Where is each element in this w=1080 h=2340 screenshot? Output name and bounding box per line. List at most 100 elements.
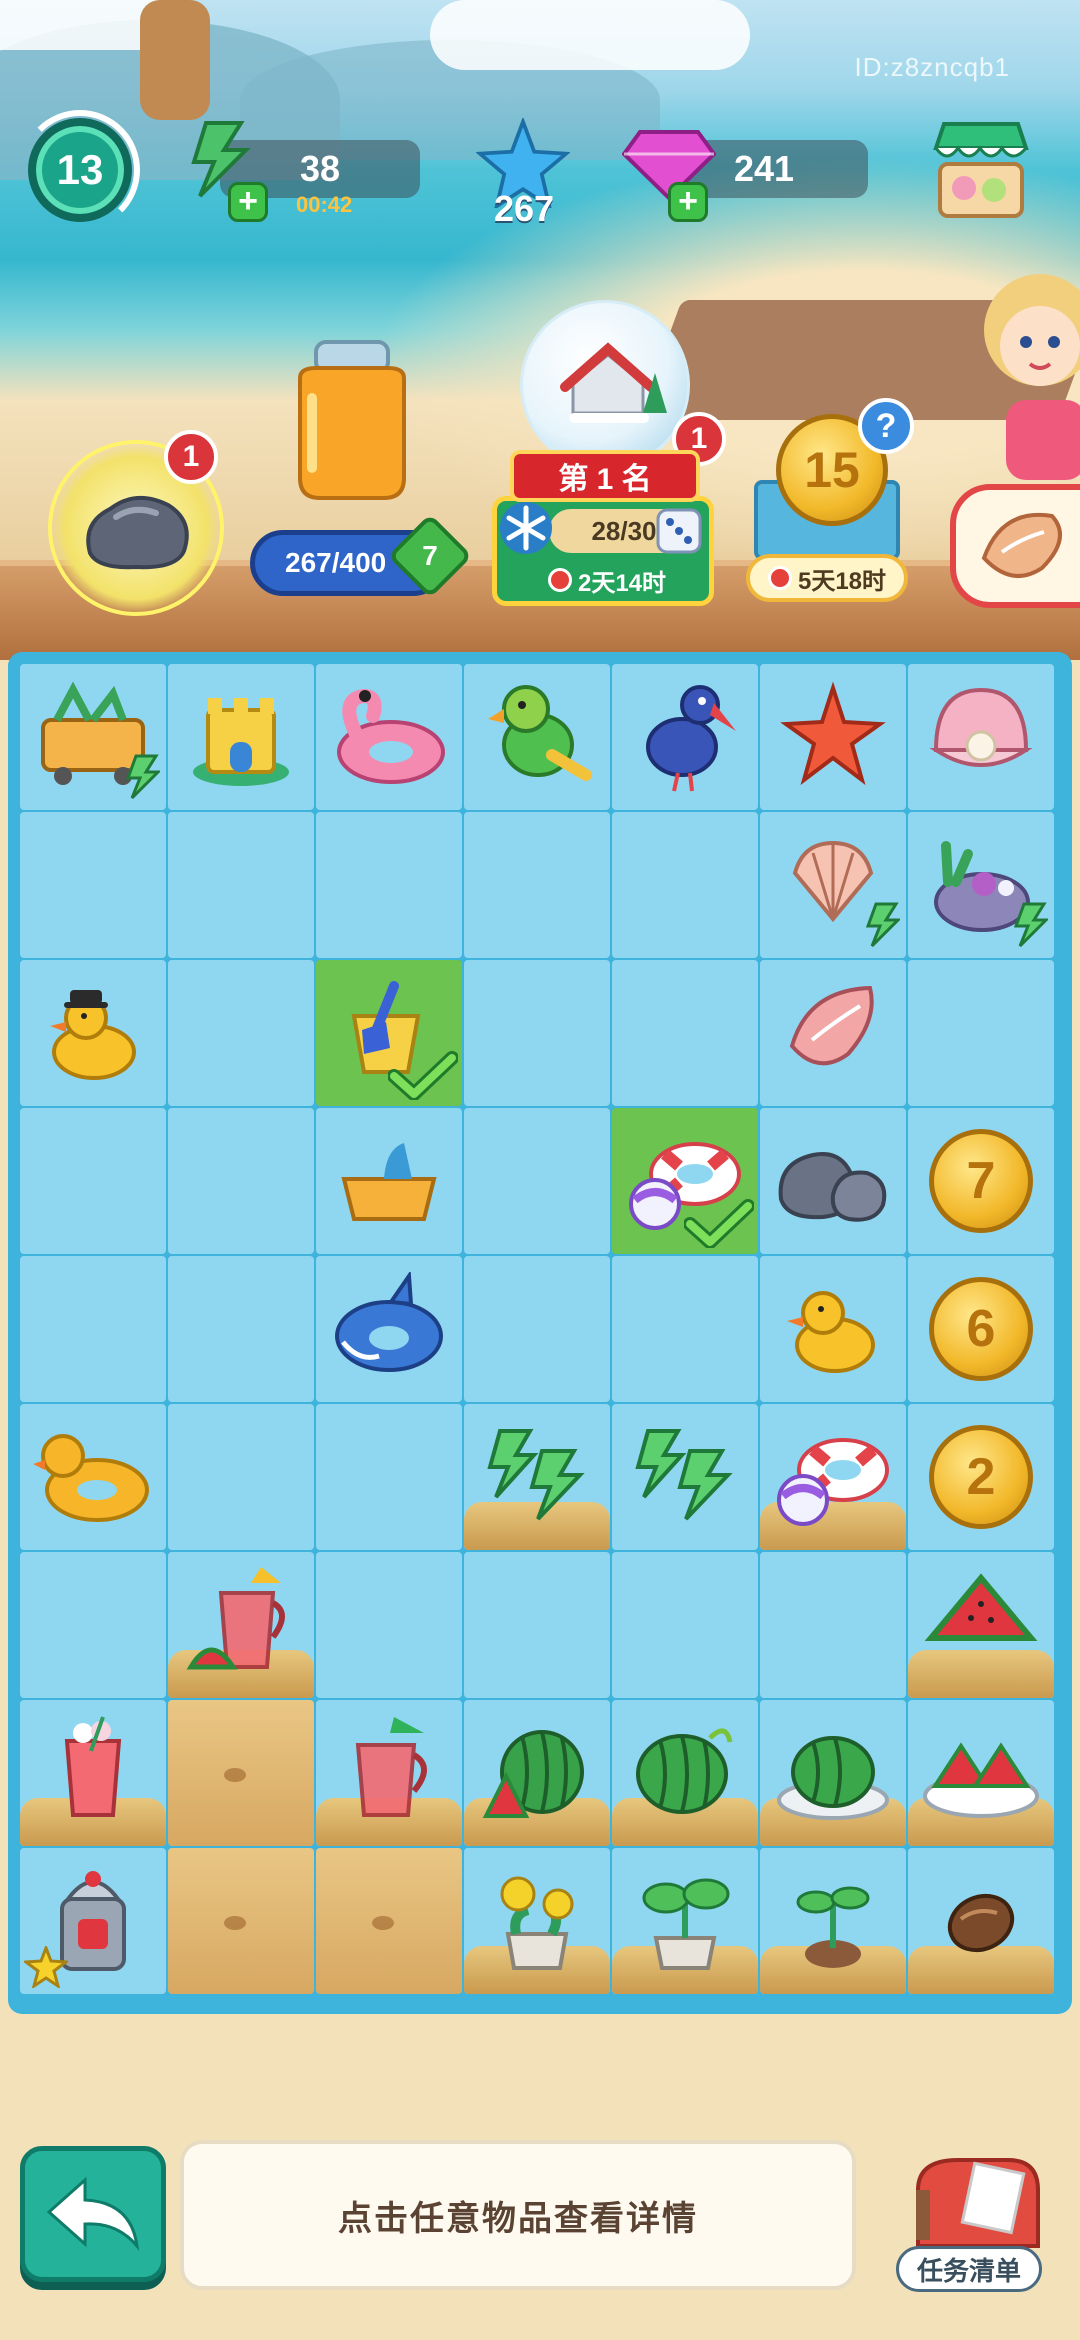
board-cell[interactable] <box>464 960 610 1106</box>
board-cell[interactable] <box>464 664 610 810</box>
board-cell[interactable] <box>908 1552 1054 1698</box>
energy-bolts-icon <box>630 1425 740 1530</box>
board-cell[interactable] <box>168 1700 314 1846</box>
board-cell[interactable] <box>464 1108 610 1254</box>
sand-castle-icon <box>186 680 296 795</box>
energy-bolt-icon <box>126 754 160 800</box>
board-cell[interactable] <box>316 1404 462 1550</box>
board-cell[interactable] <box>464 1848 610 1994</box>
board-cell[interactable] <box>168 812 314 958</box>
board-cell[interactable] <box>908 1700 1054 1846</box>
board-cell[interactable] <box>464 1700 610 1846</box>
board-cell[interactable] <box>20 960 166 1106</box>
board-cell[interactable] <box>908 812 1054 958</box>
back-button[interactable] <box>20 2146 166 2282</box>
shop-icon[interactable] <box>932 118 1030 222</box>
energy-bolts-icon <box>482 1425 592 1530</box>
jar-progress-text: 267/400 <box>285 547 387 578</box>
board-cell[interactable] <box>168 960 314 1106</box>
board-cell[interactable] <box>20 1700 166 1846</box>
duck-float-icon <box>33 1420 153 1535</box>
board-cell[interactable] <box>20 1256 166 1402</box>
shark-float-icon <box>329 1269 449 1387</box>
add-energy-button[interactable]: + <box>228 182 268 222</box>
board-cell[interactable] <box>612 664 758 810</box>
watermelon-juice-pitcher-icon <box>181 1563 301 1688</box>
board-cell[interactable] <box>316 1700 462 1846</box>
character-avatar[interactable] <box>960 250 1080 480</box>
board-cell[interactable] <box>168 1404 314 1550</box>
coin-timer-pill: 5天18时 <box>746 554 908 602</box>
board-cell[interactable] <box>612 960 758 1106</box>
board-cell[interactable] <box>612 1700 758 1846</box>
item-hint-box: 点击任意物品查看详情 <box>180 2140 856 2290</box>
honey-jar-icon[interactable] <box>286 338 418 508</box>
board-cell[interactable] <box>20 1404 166 1550</box>
coin-timer-text: 5天18时 <box>797 567 887 595</box>
energy-refill-timer: 00:42 <box>296 192 353 217</box>
board-cell[interactable] <box>612 1848 758 1994</box>
board-cell[interactable] <box>20 812 166 958</box>
board-cell[interactable] <box>760 664 906 810</box>
board-cell[interactable]: 7 <box>908 1108 1054 1254</box>
add-gems-button[interactable]: + <box>668 182 708 222</box>
board-cell[interactable] <box>168 1256 314 1402</box>
board-cell[interactable] <box>168 1848 314 1994</box>
rubber-duck-icon <box>783 1277 883 1382</box>
board-cell[interactable] <box>168 1552 314 1698</box>
board-cell[interactable] <box>20 1848 166 1994</box>
board-cell[interactable] <box>20 664 166 810</box>
board-cell[interactable] <box>316 1108 462 1254</box>
board-cell[interactable] <box>20 1108 166 1254</box>
star-badge-icon <box>24 1946 68 1988</box>
rock-icon <box>86 495 189 570</box>
board-cell[interactable] <box>760 1700 906 1846</box>
board-cell[interactable] <box>612 1256 758 1402</box>
board-cell[interactable] <box>316 812 462 958</box>
board-cell[interactable] <box>464 812 610 958</box>
task-list-button[interactable]: 任务清单 <box>896 2246 1042 2292</box>
board-cell[interactable] <box>760 812 906 958</box>
board-cell[interactable] <box>908 960 1054 1106</box>
board-cell[interactable]: 2 <box>908 1404 1054 1550</box>
board-cell[interactable]: 6 <box>908 1256 1054 1402</box>
board-cell[interactable] <box>316 1848 462 1994</box>
board-cell[interactable] <box>464 1404 610 1550</box>
player-level-badge[interactable]: 13 <box>28 118 132 222</box>
board-cell[interactable] <box>316 1552 462 1698</box>
checkmark-icon <box>388 1051 458 1100</box>
board-cell[interactable] <box>760 960 906 1106</box>
board-cell[interactable] <box>464 1256 610 1402</box>
board-cell[interactable] <box>612 812 758 958</box>
board-cell[interactable] <box>760 1256 906 1402</box>
dice-icon <box>656 508 702 554</box>
board-cell[interactable] <box>908 1848 1054 1994</box>
merge-board: 7 6 2 <box>8 652 1072 2014</box>
board-cell[interactable] <box>612 1552 758 1698</box>
board-cell[interactable] <box>316 1256 462 1402</box>
board-cell[interactable] <box>612 1404 758 1550</box>
rock-notification-badge: 1 <box>164 430 218 484</box>
flower-pot-icon <box>482 1864 592 1979</box>
snow-globe-event-icon[interactable] <box>520 300 690 470</box>
board-cell[interactable] <box>760 1552 906 1698</box>
board-cell[interactable] <box>760 1848 906 1994</box>
energy-value: 38 <box>299 148 341 189</box>
board-cell[interactable] <box>20 1552 166 1698</box>
board-cell[interactable] <box>168 664 314 810</box>
board-cell[interactable] <box>464 1552 610 1698</box>
rubber-duck-hat-icon <box>38 976 148 1091</box>
board-cell[interactable] <box>316 960 462 1106</box>
shell-offer-card[interactable] <box>950 484 1080 608</box>
event-timer: 2天14时 <box>527 561 687 599</box>
help-badge[interactable]: ? <box>858 398 914 454</box>
board-cell[interactable] <box>908 664 1054 810</box>
palm-trunk <box>140 0 210 120</box>
board-cell[interactable] <box>760 1108 906 1254</box>
back-arrow-icon <box>46 2176 140 2251</box>
board-cell[interactable] <box>612 1108 758 1254</box>
board-cell[interactable] <box>168 1108 314 1254</box>
board-cell[interactable] <box>760 1404 906 1550</box>
coin-icon: 2 <box>929 1425 1033 1529</box>
board-cell[interactable] <box>316 664 462 810</box>
